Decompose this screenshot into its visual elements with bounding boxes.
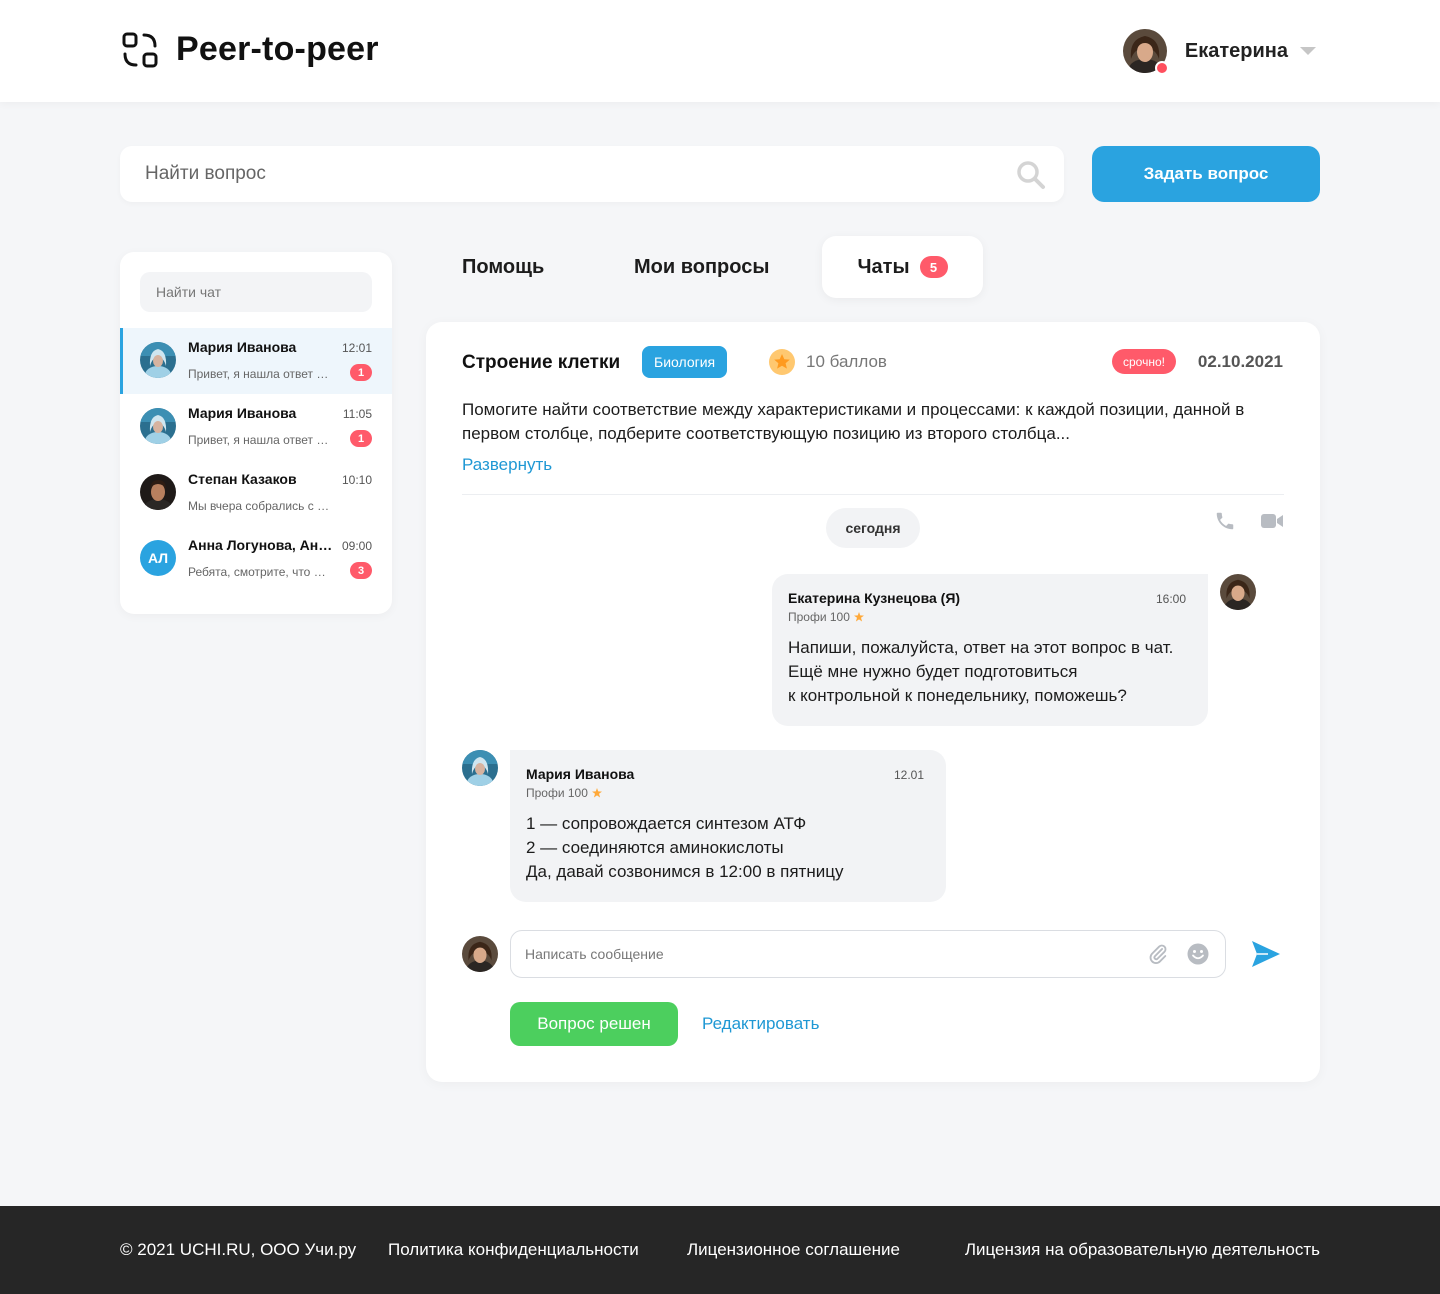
avatar-initials: АЛ (140, 540, 176, 576)
message-time: 16:00 (1155, 592, 1186, 606)
footer-link-agreement[interactable]: Лицензионное соглашение (687, 1240, 900, 1260)
search-input[interactable] (145, 146, 1005, 202)
unread-badge: 3 (350, 562, 372, 579)
message-line: к контрольной к понедельнику, поможешь? (788, 686, 1127, 705)
app-title: Peer-to-peer (176, 30, 379, 68)
message-bubble-incoming: Мария Иванова 12.01 Профи 100 1 — сопров… (510, 750, 946, 902)
message-author: Екатерина Кузнецова (Я) (788, 590, 961, 606)
tab-label: Чаты (857, 255, 910, 278)
avatar (140, 342, 176, 378)
footer-copyright: © 2021 UCHI.RU, ООО Учи.ру (120, 1240, 357, 1259)
expand-link[interactable]: Развернуть (462, 455, 552, 475)
subject-tag[interactable]: Биология (642, 346, 728, 378)
edit-link[interactable]: Редактировать (702, 1014, 819, 1034)
footer: © 2021 UCHI.RU, ООО Учи.ру Политика конф… (0, 1206, 1440, 1294)
points-label: 10 баллов (806, 352, 887, 371)
avatar (462, 936, 498, 972)
chat-preview: Привет, я нашла ответ на вопрос (188, 433, 332, 447)
tab-badge: 5 (919, 256, 948, 278)
chat-name: Степан Казаков (188, 471, 297, 487)
logo-icon (122, 32, 158, 67)
chat-preview: Ребята, смотрите, что я нашла (188, 565, 332, 579)
message-input[interactable] (525, 931, 1135, 977)
message-line: 2 — соединяются аминокислоты (526, 838, 784, 857)
day-separator: сегодня (826, 508, 920, 548)
rank-label: Профи 100 (526, 786, 588, 800)
message-rank: Профи 100 (526, 786, 602, 800)
footer-link-license[interactable]: Лицензия на образовательную деятельность (965, 1240, 1320, 1260)
star-icon (591, 788, 602, 798)
question-solved-button[interactable]: Вопрос решен (510, 1002, 678, 1046)
chat-preview: Привет, я нашла ответ на вопрос (188, 367, 332, 381)
ask-question-button[interactable]: Задать вопрос (1092, 146, 1320, 202)
tab-label: Мои вопросы (634, 255, 770, 278)
divider (462, 494, 1284, 495)
chat-search-input[interactable] (140, 272, 372, 312)
chat-name: Мария Иванова (188, 339, 297, 355)
message-line: Напиши, пожалуйста, ответ на этот вопрос… (788, 638, 1174, 657)
paperclip-icon[interactable] (1147, 943, 1169, 965)
search-icon[interactable] (1016, 160, 1046, 190)
video-icon[interactable] (1261, 512, 1283, 530)
chat-list-item[interactable]: Степан Казаков 10:10 Мы вчера собрались … (120, 460, 392, 526)
user-name: Екатерина (1184, 39, 1288, 62)
send-icon[interactable] (1250, 938, 1282, 970)
rank-label: Профи 100 (788, 610, 850, 624)
top-header: Peer-to-peer Екатерина (0, 0, 1440, 102)
unread-badge: 1 (350, 430, 372, 447)
chat-name: Анна Логунова, Андрей (188, 537, 334, 553)
tab-chats[interactable]: Чаты 5 (822, 236, 983, 298)
chat-preview: Мы вчера собрались с группой (188, 499, 332, 513)
avatar[interactable] (1123, 29, 1169, 75)
chat-card: Строение клетки Биология 10 баллов срочн… (426, 322, 1320, 1082)
chat-time: 09:00 (341, 539, 372, 553)
chat-list-item[interactable]: АЛ Анна Логунова, Андрей 09:00 Ребята, с… (120, 526, 392, 592)
phone-icon[interactable] (1214, 510, 1236, 532)
app-logo[interactable]: Peer-to-peer (122, 30, 379, 69)
chat-list-item[interactable]: Мария Иванова 12:01 Привет, я нашла отве… (120, 328, 392, 394)
chevron-down-icon[interactable] (1300, 47, 1316, 55)
chat-time: 10:10 (341, 473, 372, 487)
question-title: Строение клетки (462, 352, 621, 373)
message-author: Мария Иванова (526, 766, 635, 782)
avatar (462, 750, 498, 786)
question-text: Помогите найти соответствие между характ… (462, 400, 1245, 443)
points: 10 баллов (768, 348, 887, 376)
urgent-badge: срочно! (1112, 349, 1176, 374)
message-line: 1 — сопровождается синтезом АТФ (526, 814, 807, 833)
message-text: 1 — сопровождается синтезом АТФ 2 — соед… (526, 812, 936, 884)
message-bubble-outgoing: Екатерина Кузнецова (Я) 16:00 Профи 100 … (772, 574, 1208, 726)
smile-icon[interactable] (1187, 943, 1209, 965)
online-status-dot (1154, 61, 1169, 75)
tab-label: Помощь (462, 255, 545, 278)
avatar (140, 408, 176, 444)
question-date: 02.10.2021 (1197, 352, 1283, 371)
star-icon (769, 349, 795, 375)
message-line: Да, давай созвонимся в 12:00 в пятницу (526, 862, 844, 881)
message-rank: Профи 100 (788, 610, 864, 624)
message-time: 12.01 (893, 768, 924, 782)
tab-my-questions[interactable]: Мои вопросы (634, 236, 769, 298)
chat-time: 11:05 (342, 407, 372, 421)
message-line: Ещё мне нужно будет подготовиться (788, 662, 1078, 681)
unread-badge: 1 (350, 364, 372, 381)
question-search (120, 146, 1064, 202)
message-compose (510, 930, 1226, 978)
chat-time: 12:01 (341, 341, 372, 355)
avatar (140, 474, 176, 510)
star-icon (853, 612, 864, 622)
chat-name: Мария Иванова (188, 405, 297, 421)
avatar (1220, 574, 1256, 610)
chat-list-panel: Мария Иванова 12:01 Привет, я нашла отве… (120, 252, 392, 614)
tab-help[interactable]: Помощь (462, 236, 544, 298)
message-text: Напиши, пожалуйста, ответ на этот вопрос… (788, 636, 1198, 708)
user-menu[interactable]: Екатерина (1123, 29, 1316, 75)
chat-list-item[interactable]: Мария Иванова 11:05 Привет, я нашла отве… (120, 394, 392, 460)
footer-link-privacy[interactable]: Политика конфиденциальности (388, 1240, 639, 1260)
